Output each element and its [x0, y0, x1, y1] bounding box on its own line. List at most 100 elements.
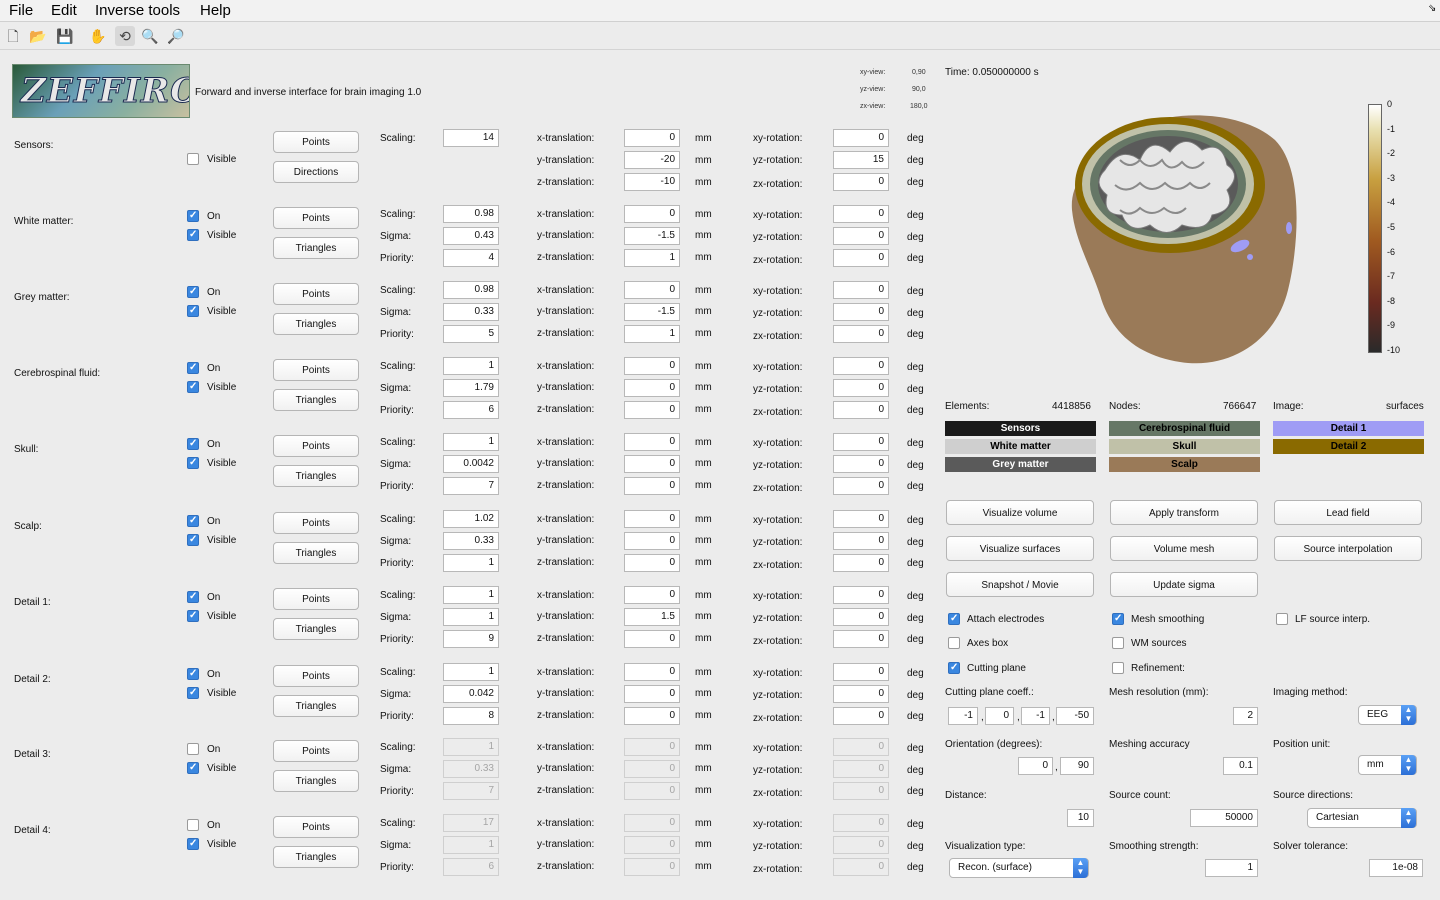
compartment-points-button[interactable]: Points	[273, 588, 359, 610]
mesh-resolution-field[interactable]: 2	[1233, 707, 1258, 725]
compartment-on-checkbox[interactable]	[187, 210, 199, 222]
compartment-z-translation-field[interactable]: 1	[624, 325, 680, 343]
compartment-z-translation-field[interactable]: 0	[624, 858, 680, 876]
zoom-out-icon[interactable]: 🔎	[166, 26, 186, 46]
visualization-type-select[interactable]: Recon. (surface) ▲ ▼	[949, 858, 1089, 878]
solver-tolerance-field[interactable]: 1e-08	[1369, 859, 1423, 877]
compartment-xy-rotation-field[interactable]: 0	[833, 433, 889, 451]
compartment-y-translation-field[interactable]: 0	[624, 760, 680, 778]
compartment-visible-checkbox[interactable]	[187, 534, 199, 546]
sensors-zx-rotation-field[interactable]: 0	[833, 173, 889, 191]
compartment-on-checkbox[interactable]	[187, 668, 199, 680]
pan-hand-icon[interactable]: ✋	[88, 26, 108, 46]
compartment-points-button[interactable]: Points	[273, 207, 359, 229]
compartment-z-translation-field[interactable]: 0	[624, 630, 680, 648]
compartment-y-translation-field[interactable]: 1.5	[624, 608, 680, 626]
distance-field[interactable]: 10	[1067, 809, 1094, 827]
compartment-xy-rotation-field[interactable]: 0	[833, 814, 889, 832]
compartment-triangles-button[interactable]: Triangles	[273, 846, 359, 868]
refinement-checkbox[interactable]	[1112, 662, 1124, 674]
compartment-visible-checkbox[interactable]	[187, 762, 199, 774]
compartment-yz-rotation-field[interactable]: 0	[833, 303, 889, 321]
compartment-x-translation-field[interactable]: 0	[624, 281, 680, 299]
lead-field-button[interactable]: Lead field	[1274, 500, 1422, 525]
compartment-visible-checkbox[interactable]	[187, 610, 199, 622]
compartment-scaling-field[interactable]: 1	[443, 586, 499, 604]
sensors-z-translation-field[interactable]: -10	[624, 173, 680, 191]
compartment-x-translation-field[interactable]: 0	[624, 357, 680, 375]
compartment-yz-rotation-field[interactable]: 0	[833, 836, 889, 854]
compartment-scaling-field[interactable]: 0.98	[443, 281, 499, 299]
cutting-plane-checkbox[interactable]	[948, 662, 960, 674]
orientation-b-field[interactable]: 90	[1060, 757, 1094, 775]
cutting-coeff-c-field[interactable]: -1	[1021, 707, 1050, 725]
compartment-scaling-field[interactable]: 1	[443, 663, 499, 681]
compartment-scaling-field[interactable]: 1	[443, 433, 499, 451]
compartment-sigma-field[interactable]: 0.33	[443, 760, 499, 778]
compartment-triangles-button[interactable]: Triangles	[273, 237, 359, 259]
mesh-smoothing-checkbox[interactable]	[1112, 613, 1124, 625]
compartment-z-translation-field[interactable]: 0	[624, 554, 680, 572]
compartment-xy-rotation-field[interactable]: 0	[833, 586, 889, 604]
compartment-yz-rotation-field[interactable]: 0	[833, 532, 889, 550]
compartment-x-translation-field[interactable]: 0	[624, 433, 680, 451]
compartment-priority-field[interactable]: 1	[443, 554, 499, 572]
compartment-y-translation-field[interactable]: -1.5	[624, 227, 680, 245]
compartment-x-translation-field[interactable]: 0	[624, 510, 680, 528]
compartment-zx-rotation-field[interactable]: 0	[833, 630, 889, 648]
compartment-zx-rotation-field[interactable]: 0	[833, 325, 889, 343]
compartment-sigma-field[interactable]: 1	[443, 836, 499, 854]
sensors-xy-rotation-field[interactable]: 0	[833, 129, 889, 147]
compartment-zx-rotation-field[interactable]: 0	[833, 782, 889, 800]
compartment-on-checkbox[interactable]	[187, 819, 199, 831]
compartment-x-translation-field[interactable]: 0	[624, 814, 680, 832]
compartment-priority-field[interactable]: 7	[443, 782, 499, 800]
compartment-points-button[interactable]: Points	[273, 665, 359, 687]
compartment-x-translation-field[interactable]: 0	[624, 205, 680, 223]
zoom-in-icon[interactable]: 🔍	[140, 26, 160, 46]
compartment-on-checkbox[interactable]	[187, 286, 199, 298]
compartment-priority-field[interactable]: 6	[443, 858, 499, 876]
compartment-sigma-field[interactable]: 0.33	[443, 532, 499, 550]
compartment-points-button[interactable]: Points	[273, 740, 359, 762]
sensors-x-translation-field[interactable]: 0	[624, 129, 680, 147]
menu-file[interactable]: File	[9, 2, 33, 19]
head-model-view[interactable]	[1060, 100, 1310, 375]
sensors-yz-rotation-field[interactable]: 15	[833, 151, 889, 169]
compartment-xy-rotation-field[interactable]: 0	[833, 510, 889, 528]
compartment-visible-checkbox[interactable]	[187, 838, 199, 850]
imaging-method-select[interactable]: EEG ▲ ▼	[1358, 705, 1417, 725]
compartment-zx-rotation-field[interactable]: 0	[833, 249, 889, 267]
compartment-xy-rotation-field[interactable]: 0	[833, 281, 889, 299]
compartment-y-translation-field[interactable]: -1.5	[624, 303, 680, 321]
compartment-zx-rotation-field[interactable]: 0	[833, 401, 889, 419]
compartment-yz-rotation-field[interactable]: 0	[833, 760, 889, 778]
compartment-xy-rotation-field[interactable]: 0	[833, 663, 889, 681]
compartment-priority-field[interactable]: 4	[443, 249, 499, 267]
compartment-priority-field[interactable]: 9	[443, 630, 499, 648]
meshing-accuracy-field[interactable]: 0.1	[1223, 757, 1258, 775]
compartment-priority-field[interactable]: 6	[443, 401, 499, 419]
compartment-zx-rotation-field[interactable]: 0	[833, 554, 889, 572]
cutting-coeff-a-field[interactable]: -1	[948, 707, 978, 725]
compartment-visible-checkbox[interactable]	[187, 457, 199, 469]
compartment-y-translation-field[interactable]: 0	[624, 455, 680, 473]
compartment-zx-rotation-field[interactable]: 0	[833, 858, 889, 876]
compartment-visible-checkbox[interactable]	[187, 381, 199, 393]
rotate-icon[interactable]: ⟲	[115, 26, 135, 46]
compartment-priority-field[interactable]: 7	[443, 477, 499, 495]
sensors-directions-button[interactable]: Directions	[273, 161, 359, 183]
sensors-y-translation-field[interactable]: -20	[624, 151, 680, 169]
sensors-points-button[interactable]: Points	[273, 131, 359, 153]
smoothing-strength-field[interactable]: 1	[1205, 859, 1258, 877]
compartment-scaling-field[interactable]: 17	[443, 814, 499, 832]
compartment-z-translation-field[interactable]: 0	[624, 782, 680, 800]
update-sigma-button[interactable]: Update sigma	[1110, 572, 1258, 597]
compartment-z-translation-field[interactable]: 0	[624, 707, 680, 725]
new-file-icon[interactable]: 🗋	[3, 26, 23, 46]
save-icon[interactable]: 💾	[55, 26, 75, 46]
menu-edit[interactable]: Edit	[51, 2, 77, 19]
visualize-surfaces-button[interactable]: Visualize surfaces	[946, 536, 1094, 561]
orientation-a-field[interactable]: 0	[1018, 757, 1053, 775]
axes-box-checkbox[interactable]	[948, 637, 960, 649]
